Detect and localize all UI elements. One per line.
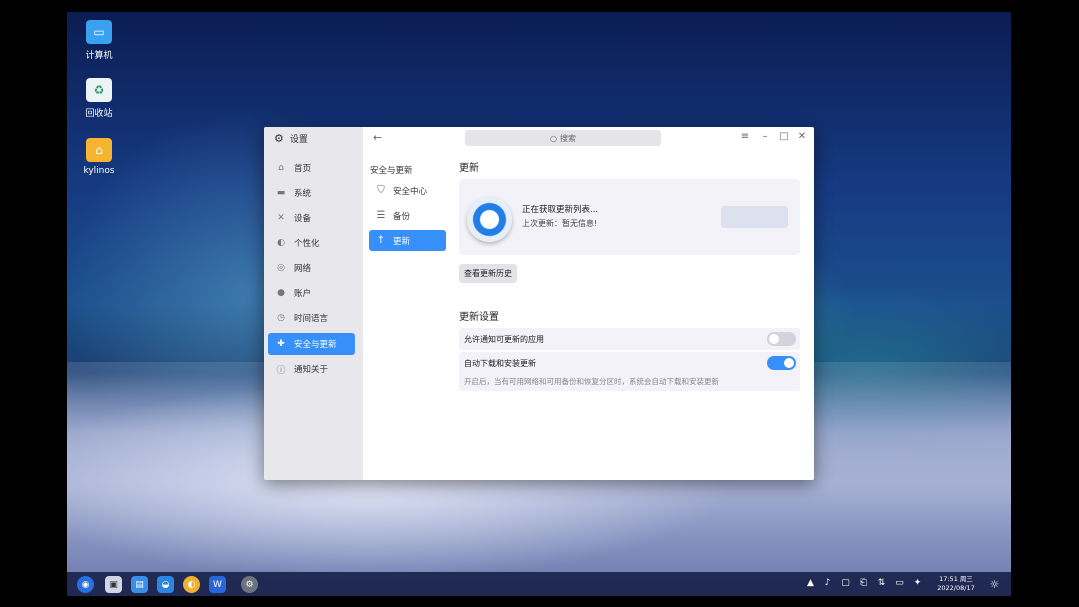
update-status-text: 正在获取更新列表... xyxy=(522,205,599,215)
desktop-icon-home-folder[interactable]: ⌂ kylinos xyxy=(67,138,131,176)
notify-apps-toggle[interactable] xyxy=(767,332,796,346)
sidebar-item-personalize[interactable]: ◐ 个性化 xyxy=(268,232,355,254)
check-update-button[interactable] xyxy=(721,206,788,228)
monitor-icon: ▬ xyxy=(276,188,286,198)
sidebar-item-label: 首页 xyxy=(294,164,312,174)
sidebar-item-label: 时间语言 xyxy=(294,314,329,324)
last-update-text: 上次更新：暂无信息! xyxy=(522,219,598,228)
sidebar-item-system[interactable]: ▬ 系统 xyxy=(268,182,355,204)
settings-window: ⚙ 设置 ⌂ 首页 ▬ 系统 ✕ 设备 ◐ 个性化 ◎ 网络 ● 账户 ◷ 时间语言 ✚ 安全与… xyxy=(264,127,814,480)
subnav-item-label: 备份 xyxy=(393,211,411,222)
subnav-item-backup[interactable]: ☰ 备份 xyxy=(369,205,446,226)
security-icon: ✚ xyxy=(277,339,285,349)
trash-icon: ♻ xyxy=(86,78,112,102)
subnav-title: 安全与更新 xyxy=(370,166,413,176)
browser-icon[interactable]: ◐ xyxy=(183,576,200,593)
settings-gear-icon: ⚙ xyxy=(274,132,284,145)
home-icon: ⌂ xyxy=(278,163,284,173)
update-gear-icon xyxy=(467,197,512,242)
multitask-icon[interactable]: ▣ xyxy=(105,576,122,593)
sidebar-item-home[interactable]: ⌂ 首页 xyxy=(268,157,355,179)
update-status-card: 正在获取更新列表... 上次更新：暂无信息! xyxy=(459,179,800,255)
back-arrow-icon[interactable]: ← xyxy=(373,131,382,144)
update-panel: 更新 正在获取更新列表... 上次更新：暂无信息! 查看更新历史 更新设置 允许… xyxy=(450,127,814,480)
setting-row-notify-apps: 允许通知可更新的应用 xyxy=(459,328,800,350)
toggle-knob xyxy=(784,358,794,368)
security-update-subnav: 安全与更新 ⛉ 安全中心 ☰ 备份 ↑ 更新 xyxy=(363,127,450,480)
screenshot-icon[interactable]: ⎗ xyxy=(858,578,869,588)
folder-home-icon: ⌂ xyxy=(86,138,112,162)
clock[interactable]: 17:51 周三 2022/08/17 xyxy=(937,575,975,593)
desktop-icon-label: 计算机 xyxy=(85,51,113,61)
subnav-item-update[interactable]: ↑ 更新 xyxy=(369,230,446,251)
tray-arrow-icon[interactable]: ▲ xyxy=(805,578,816,588)
software-store-icon[interactable]: ◒ xyxy=(157,576,174,593)
settings-app-icon[interactable]: ⚙ xyxy=(241,576,258,593)
start-menu-icon[interactable]: ◉ xyxy=(77,576,94,593)
desktop-icon-computer[interactable]: ▭ 计算机 xyxy=(67,20,131,61)
app-header: ⚙ 设置 xyxy=(274,132,308,145)
settings-sidebar: ⚙ 设置 ⌂ 首页 ▬ 系统 ✕ 设备 ◐ 个性化 ◎ 网络 ● 账户 ◷ 时间语言 ✚ 安全与… xyxy=(264,127,363,480)
setting-label: 允许通知可更新的应用 xyxy=(464,335,544,344)
volume-icon[interactable]: ♪ xyxy=(822,578,833,588)
subnav-item-label: 更新 xyxy=(393,236,411,247)
auto-update-description: 开启后，当有可用网络和可用备份和恢复分区时，系统会自动下载和安装更新 xyxy=(464,377,719,386)
update-arrow-icon: ↑ xyxy=(376,235,386,246)
network-tray-icon[interactable]: ⇅ xyxy=(876,578,887,588)
computer-icon: ▭ xyxy=(86,20,112,44)
subnav-item-label: 安全中心 xyxy=(393,186,428,197)
desktop-icon-label: 回收站 xyxy=(85,109,113,119)
sidebar-item-label: 网络 xyxy=(294,264,312,274)
desktop: ▭ 计算机 ♻ 回收站 ⌂ kylinos ⚙ 设置 ⌂ 首页 ▬ 系统 ✕ 设备 ◐… xyxy=(67,12,1011,596)
notification-icon[interactable]: ▢ xyxy=(840,578,851,588)
desktop-icon-trash[interactable]: ♻ 回收站 xyxy=(67,78,131,119)
clock-date: 2022/08/17 xyxy=(937,584,975,592)
user-icon: ● xyxy=(277,288,285,298)
bluetooth-icon[interactable]: ✦ xyxy=(912,578,923,588)
wps-writer-icon[interactable]: W xyxy=(209,576,226,593)
setting-row-auto-update: 自动下载和安装更新 开启后，当有可用网络和可用备份和恢复分区时，系统会自动下载和… xyxy=(459,352,800,391)
desktop-icon-label: kylinos xyxy=(83,166,115,176)
taskbar: ◉ ▣ ▤ ◒ ◐ W ⚙ ▲ ♪ ▢ ⎗ ⇅ ▭ ✦ 17:51 周三 202… xyxy=(67,572,1011,596)
input-method-icon[interactable]: ▭ xyxy=(894,578,905,588)
update-settings-heading: 更新设置 xyxy=(459,312,499,323)
update-heading: 更新 xyxy=(459,163,479,174)
sidebar-item-label: 设备 xyxy=(294,214,312,224)
sidebar-item-accounts[interactable]: ● 账户 xyxy=(268,282,355,304)
app-title: 设置 xyxy=(289,135,308,145)
sidebar-item-network[interactable]: ◎ 网络 xyxy=(268,257,355,279)
toggle-knob xyxy=(769,334,779,344)
sidebar-item-time-language[interactable]: ◷ 时间语言 xyxy=(268,307,355,329)
sidebar-item-devices[interactable]: ✕ 设备 xyxy=(268,207,355,229)
file-manager-icon[interactable]: ▤ xyxy=(131,576,148,593)
sidebar-item-label: 通知关于 xyxy=(294,365,329,375)
subnav-item-security-center[interactable]: ⛉ 安全中心 xyxy=(369,180,446,201)
sidebar-item-label: 账户 xyxy=(294,289,312,299)
devices-icon: ✕ xyxy=(277,213,285,223)
setting-label: 自动下载和安装更新 xyxy=(464,359,536,368)
brightness-icon[interactable]: ☼ xyxy=(989,578,1000,591)
sidebar-item-security-update[interactable]: ✚ 安全与更新 xyxy=(268,333,355,355)
sidebar-item-notice-about[interactable]: ⓘ 通知关于 xyxy=(268,358,355,380)
backup-icon: ☰ xyxy=(376,210,386,221)
view-update-history-button[interactable]: 查看更新历史 xyxy=(459,264,517,283)
sidebar-item-label: 安全与更新 xyxy=(294,340,337,350)
clock-icon: ◷ xyxy=(277,313,285,323)
palette-icon: ◐ xyxy=(277,238,285,248)
clock-time: 17:51 周三 xyxy=(939,575,973,583)
sidebar-item-label: 个性化 xyxy=(294,239,320,249)
sidebar-item-label: 系统 xyxy=(294,189,312,199)
info-icon: ⓘ xyxy=(276,365,286,376)
auto-update-toggle[interactable] xyxy=(767,356,796,370)
shield-icon: ⛉ xyxy=(377,185,385,196)
network-icon: ◎ xyxy=(277,263,285,273)
